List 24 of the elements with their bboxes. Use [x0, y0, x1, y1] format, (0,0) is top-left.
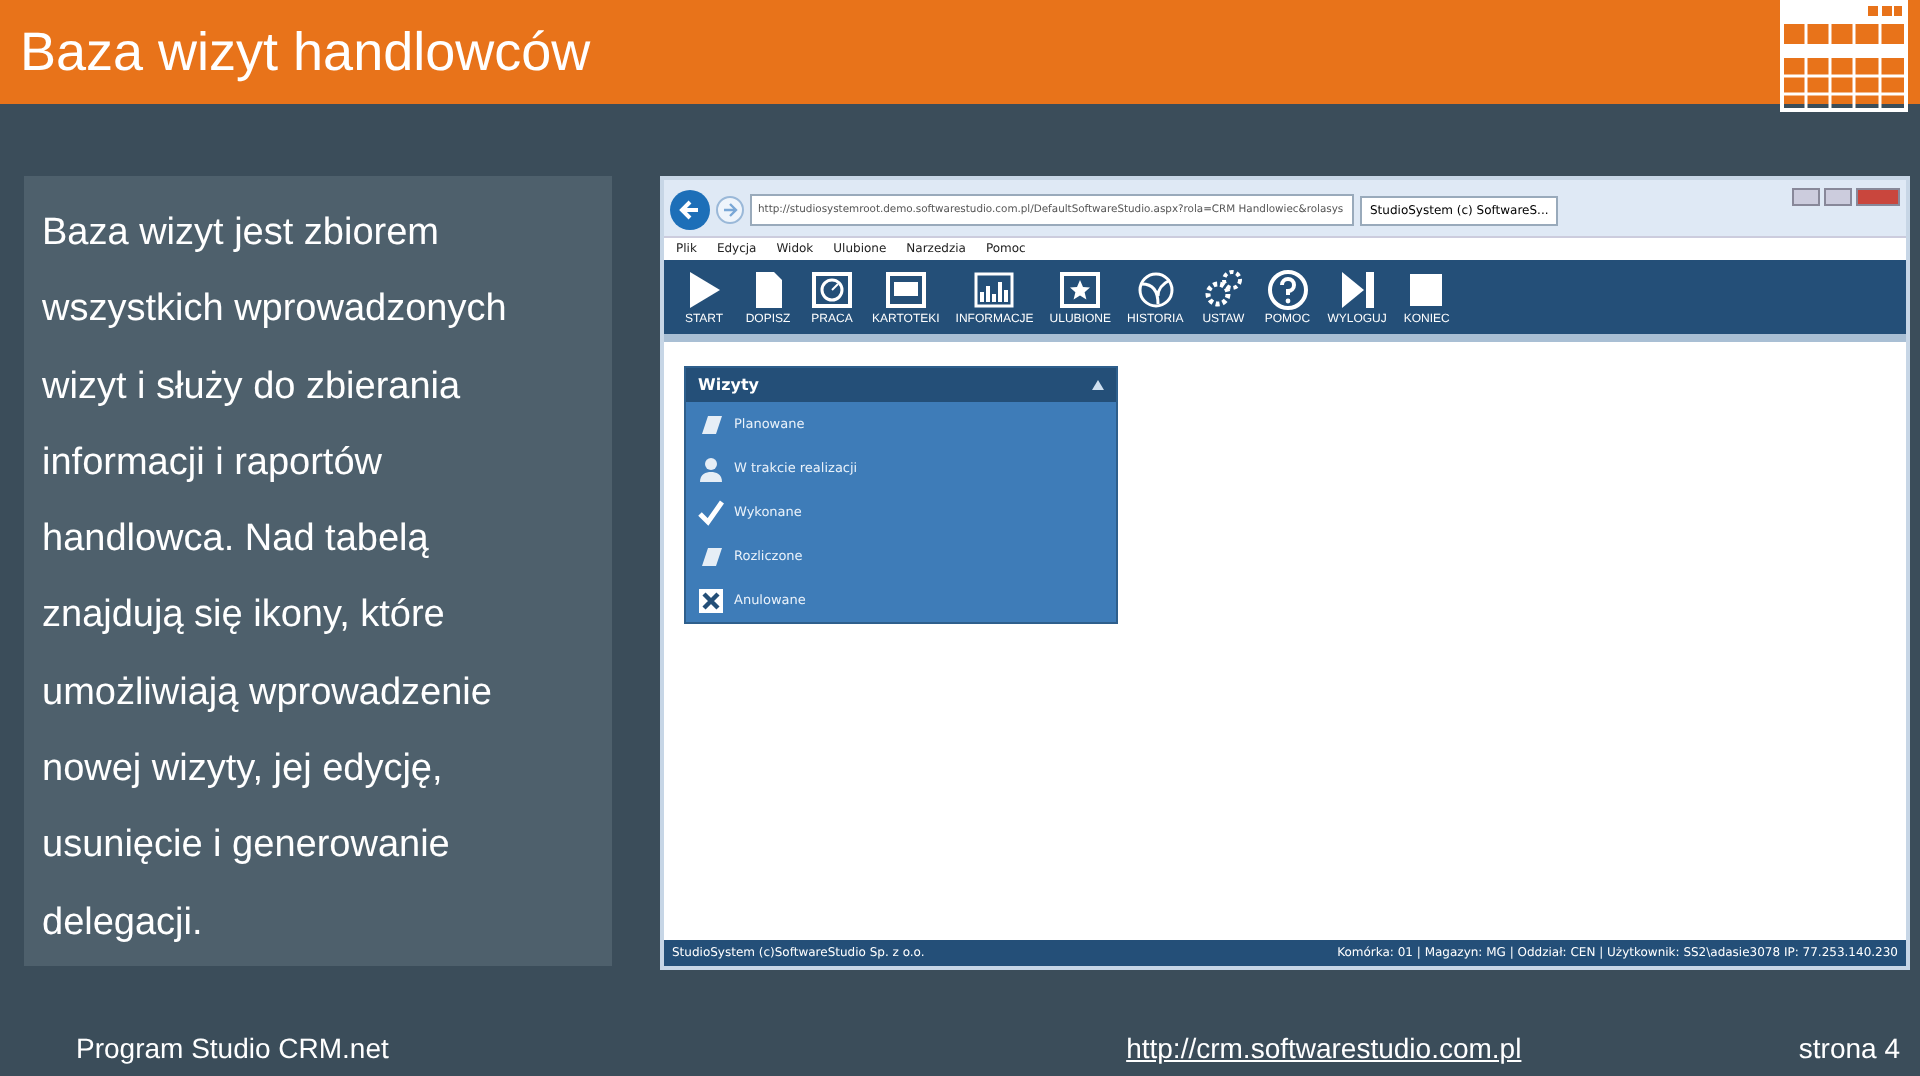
page-number: strona 4: [1798, 1032, 1900, 1064]
window-icon: [883, 268, 928, 312]
person-icon: [698, 455, 724, 481]
help-icon: [1265, 268, 1310, 312]
forward-button[interactable]: [716, 196, 744, 224]
card-icon: [698, 543, 724, 569]
cross-icon: [698, 587, 724, 613]
gauge-icon: [810, 268, 854, 312]
back-button[interactable]: [670, 190, 710, 230]
close-button[interactable]: [1856, 188, 1900, 206]
back-arrow-icon: [678, 198, 702, 222]
website-link[interactable]: http://crm.softwarestudio.com.pl: [1126, 1032, 1522, 1064]
description-text: Baza wizyt jest zbiorem wszystkich wprowadzonych wizyt i służy do zbierania informacji i raportów handlowca. Nad tabelą znajdują się ikony, które umożliwiają wprowadzenie nowej wizyty, jej edycję, usunięcie i generowanie delegacji.: [42, 210, 509, 948]
minimize-button[interactable]: [1792, 188, 1820, 206]
card-icon: [698, 411, 724, 437]
settings-icon: [1201, 268, 1246, 312]
checkmark-icon: [698, 499, 724, 525]
footer-text: Program Studio CRM.net: [76, 1032, 389, 1064]
restore-button[interactable]: [1824, 188, 1852, 206]
panel-title: Wizyty: [698, 376, 759, 394]
slide-title: Baza wizyt handlowców: [20, 21, 591, 83]
forward-arrow-icon: [722, 202, 738, 218]
collapse-icon[interactable]: [1092, 380, 1104, 390]
bar-chart-icon: [972, 268, 1017, 312]
